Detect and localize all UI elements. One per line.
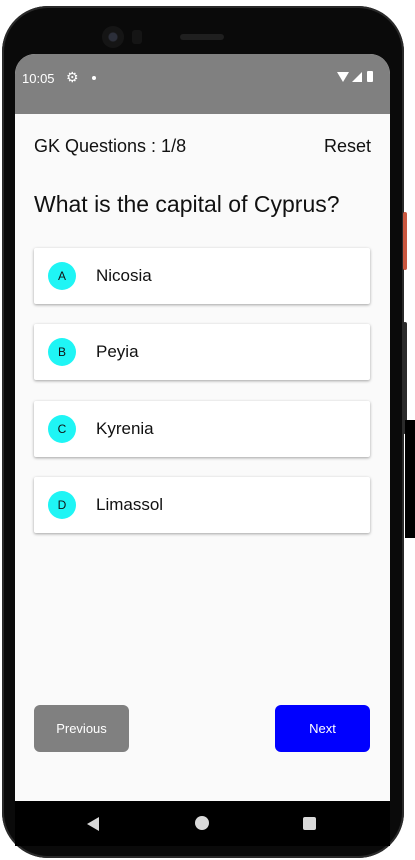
option-label: Limassol xyxy=(96,495,164,514)
status-time: 10:05 xyxy=(22,71,55,86)
option-d[interactable]: D Limassol xyxy=(34,477,370,533)
system-navigation-bar xyxy=(15,801,390,846)
screen: 10:05 ⚙ GK Questions : 1/8 Reset What is… xyxy=(15,54,390,801)
question-text: What is the capital of Cyprus? xyxy=(34,191,340,217)
option-badge: B xyxy=(48,338,76,366)
previous-button[interactable]: Previous xyxy=(34,705,129,752)
option-badge: A xyxy=(48,262,76,290)
front-camera-icon xyxy=(102,26,124,48)
gear-icon: ⚙ xyxy=(66,69,79,85)
quiz-progress-title: GK Questions : 1/8 xyxy=(34,136,187,156)
recents-icon[interactable] xyxy=(303,817,316,830)
earpiece-speaker xyxy=(180,34,224,40)
volume-button xyxy=(403,322,407,434)
quiz-app: GK Questions : 1/8 Reset What is the cap… xyxy=(15,114,390,801)
option-c[interactable]: C Kyrenia xyxy=(34,401,370,457)
signal-icon xyxy=(352,71,362,82)
back-icon[interactable] xyxy=(87,817,99,831)
phone-frame: 10:05 ⚙ GK Questions : 1/8 Reset What is… xyxy=(0,0,415,860)
side-tab xyxy=(405,420,415,538)
proximity-sensor xyxy=(132,30,142,44)
reset-button[interactable]: Reset xyxy=(324,136,371,157)
option-badge: D xyxy=(48,491,76,519)
status-icons xyxy=(337,71,373,82)
option-label: Nicosia xyxy=(96,266,152,285)
status-bar: 10:05 ⚙ xyxy=(15,54,390,114)
option-label: Kyrenia xyxy=(96,419,154,438)
home-icon[interactable] xyxy=(195,816,209,830)
next-button[interactable]: Next xyxy=(275,705,370,752)
wifi-icon xyxy=(337,71,349,82)
notification-dot-icon xyxy=(92,76,96,80)
power-button xyxy=(403,212,407,270)
battery-icon xyxy=(367,71,373,82)
option-badge: C xyxy=(48,415,76,443)
option-b[interactable]: B Peyia xyxy=(34,324,370,380)
option-a[interactable]: A Nicosia xyxy=(34,248,370,304)
option-label: Peyia xyxy=(96,342,139,361)
